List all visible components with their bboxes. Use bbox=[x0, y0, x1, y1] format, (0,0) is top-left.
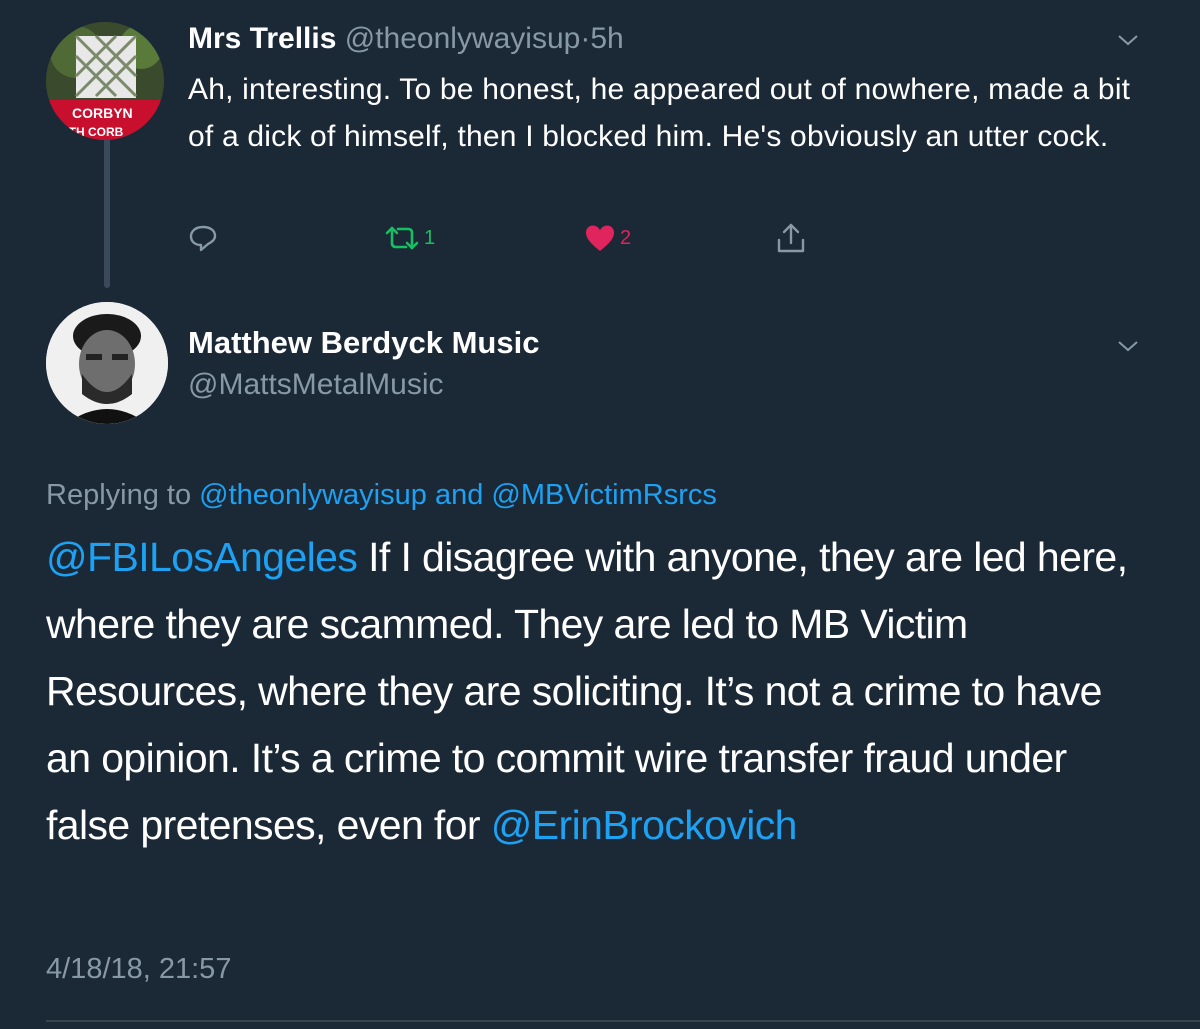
tweet-text: @FBILosAngeles If I disagree with anyone… bbox=[46, 524, 1156, 859]
avatar-caption-bottom: WITH CORB bbox=[54, 125, 124, 139]
like-count: 2 bbox=[620, 226, 632, 249]
thread-connector-line bbox=[104, 118, 110, 288]
avatar[interactable]: CORBYN WITH CORB bbox=[46, 22, 164, 140]
mention-link[interactable]: @theonlywayisup bbox=[199, 479, 427, 511]
tweet-timestamp[interactable]: 4/18/18, 21:57 bbox=[46, 950, 231, 988]
tweet-text: Ah, interesting. To be honest, he appear… bbox=[188, 73, 1131, 153]
tweet-thread: CORBYN WITH CORB Mrs Trellis @theonlyway… bbox=[0, 0, 1200, 1029]
tweet-text-body: If I disagree with anyone, they are led … bbox=[46, 534, 1128, 848]
reply-icon bbox=[189, 225, 217, 252]
replying-to-line: Replying to @theonlywayisup and @MBVicti… bbox=[46, 476, 717, 514]
replying-to-label: Replying to bbox=[46, 479, 192, 511]
divider bbox=[46, 1020, 1200, 1022]
tweet-header: Mrs Trellis @theonlywayisup·5h bbox=[188, 20, 624, 58]
avatar-image: CORBYN WITH CORB bbox=[46, 22, 164, 140]
username[interactable]: @MattsMetalMusic bbox=[188, 366, 444, 404]
separator-dot: · bbox=[580, 22, 591, 55]
mention-link[interactable]: @FBILosAngeles bbox=[46, 534, 358, 580]
replying-and: and bbox=[434, 479, 484, 511]
tweet-actions: 1 2 bbox=[188, 220, 828, 256]
username[interactable]: @theonlywayisup bbox=[345, 22, 581, 55]
retweet-icon bbox=[385, 226, 419, 250]
display-name[interactable]: Matthew Berdyck Music bbox=[188, 324, 539, 362]
display-name[interactable]: Mrs Trellis bbox=[188, 22, 336, 55]
like-button[interactable]: 2 bbox=[584, 220, 631, 256]
share-button[interactable] bbox=[776, 220, 806, 256]
avatar[interactable] bbox=[46, 302, 168, 424]
retweet-button[interactable]: 1 bbox=[384, 220, 435, 256]
chevron-down-icon[interactable] bbox=[1116, 334, 1140, 358]
share-icon bbox=[777, 223, 805, 253]
retweet-count: 1 bbox=[424, 226, 436, 249]
mention-link[interactable]: @MBVictimRsrcs bbox=[491, 479, 716, 511]
chevron-down-icon[interactable] bbox=[1116, 28, 1140, 52]
mention-link[interactable]: @ErinBrockovich bbox=[491, 802, 798, 848]
avatar-caption-top: CORBYN bbox=[72, 105, 133, 121]
reply-button[interactable] bbox=[188, 220, 218, 256]
heart-icon bbox=[586, 225, 614, 251]
avatar-image bbox=[46, 302, 168, 424]
tweet-time[interactable]: 5h bbox=[590, 22, 623, 55]
